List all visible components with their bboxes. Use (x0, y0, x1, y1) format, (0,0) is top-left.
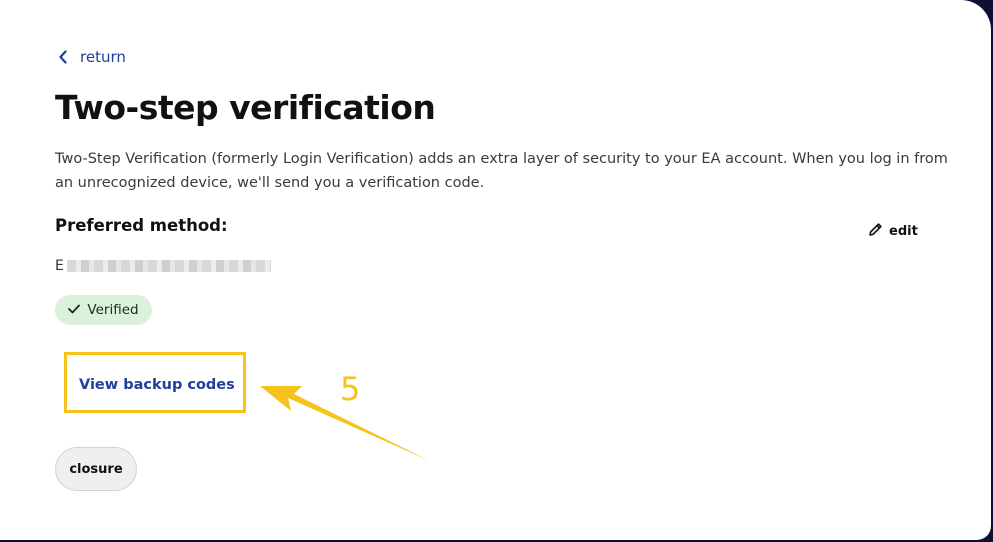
two-step-verification-card: return Two-step verification Two-Step Ve… (0, 0, 991, 540)
annotation-arrow (260, 386, 430, 461)
close-button[interactable]: closure (55, 447, 137, 491)
annotation-step-number: 5 (340, 370, 361, 408)
